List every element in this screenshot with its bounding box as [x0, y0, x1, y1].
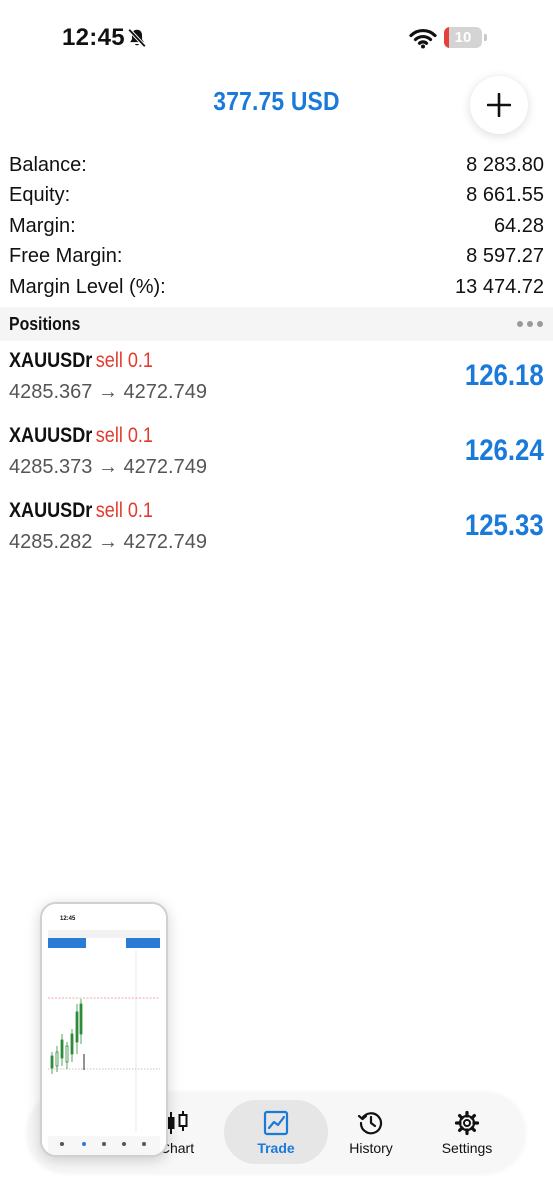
- positions-list: XAUUSDr sell 0.1 4285.367 → 4272.749 126.…: [0, 343, 553, 568]
- position-row[interactable]: XAUUSDr sell 0.1 4285.367 → 4272.749 126.…: [0, 343, 553, 418]
- summary-label: Margin Level (%):: [9, 275, 166, 298]
- positions-title: Positions: [9, 313, 81, 334]
- profit-total: 377.75 USD: [213, 86, 340, 116]
- position-title: XAUUSDr sell 0.1: [9, 349, 153, 373]
- summary-value: 8 283.80: [466, 153, 544, 176]
- battery-cap: [484, 34, 487, 41]
- history-icon: [357, 1111, 383, 1134]
- status-bar: 12:45 10: [0, 0, 553, 75]
- position-profit: 125.33: [465, 509, 544, 542]
- position-symbol: XAUUSDr: [9, 499, 93, 522]
- account-summary: Balance: 8 283.80 Equity: 8 661.55 Margi…: [0, 150, 553, 303]
- position-title: XAUUSDr sell 0.1: [9, 424, 153, 448]
- nav-label: Trade: [257, 1139, 295, 1156]
- position-row[interactable]: XAUUSDr sell 0.1 4285.282 → 4272.749 125.…: [0, 493, 553, 568]
- wifi-icon: [409, 28, 437, 49]
- position-profit: 126.18: [465, 359, 544, 392]
- position-side: sell 0.1: [95, 499, 153, 522]
- summary-row-equity: Equity: 8 661.55: [0, 181, 553, 212]
- positions-section-header: Positions: [0, 307, 553, 341]
- summary-label: Equity:: [9, 184, 71, 207]
- battery-level: 10: [454, 29, 472, 46]
- plus-icon: [487, 93, 511, 117]
- nav-trade[interactable]: Trade: [224, 1100, 328, 1164]
- trend-chart-icon: [263, 1110, 289, 1135]
- summary-label: Free Margin:: [9, 245, 123, 268]
- nav-settings[interactable]: Settings: [415, 1100, 519, 1164]
- position-title: XAUUSDr sell 0.1: [9, 499, 153, 523]
- position-side: sell 0.1: [95, 424, 153, 447]
- summary-row-balance: Balance: 8 283.80: [0, 150, 553, 181]
- gear-icon: [454, 1110, 480, 1135]
- summary-value: 64.28: [493, 214, 544, 237]
- position-profit: 126.24: [465, 434, 544, 467]
- position-side: sell 0.1: [95, 349, 153, 372]
- more-horizontal-icon[interactable]: [516, 320, 544, 328]
- summary-row-margin: Margin: 64.28: [0, 211, 553, 242]
- summary-value: 8 661.55: [466, 184, 544, 207]
- add-order-button[interactable]: [470, 76, 528, 134]
- summary-value: 8 597.27: [466, 245, 544, 268]
- summary-label: Margin:: [9, 214, 76, 237]
- battery-icon: 10: [444, 27, 482, 48]
- status-time: 12:45: [62, 24, 125, 51]
- summary-row-margin-level: Margin Level (%): 13 474.72: [0, 272, 553, 303]
- position-symbol: XAUUSDr: [9, 349, 93, 372]
- nav-label: History: [349, 1139, 393, 1156]
- thumbnail-time: 12:45: [60, 916, 76, 922]
- summary-label: Balance:: [9, 153, 87, 176]
- thumbnail-chart-image: 12:45: [42, 904, 166, 1155]
- position-prices: 4285.282 → 4272.749: [9, 531, 207, 553]
- position-prices: 4285.367 → 4272.749: [9, 381, 207, 403]
- bell-slash-icon: [127, 28, 147, 48]
- position-row[interactable]: XAUUSDr sell 0.1 4285.373 → 4272.749 126.…: [0, 418, 553, 493]
- app-thumbnail-preview[interactable]: 12:45: [40, 902, 168, 1157]
- summary-row-free-margin: Free Margin: 8 597.27: [0, 242, 553, 273]
- position-symbol: XAUUSDr: [9, 424, 93, 447]
- summary-value: 13 474.72: [455, 275, 544, 298]
- nav-history[interactable]: History: [319, 1100, 423, 1164]
- position-prices: 4285.373 → 4272.749: [9, 456, 207, 478]
- nav-label: Settings: [441, 1139, 493, 1156]
